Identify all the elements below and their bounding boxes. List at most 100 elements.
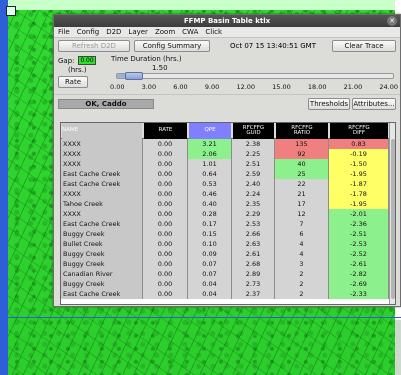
menu-file[interactable]: File [58, 28, 70, 36]
cell-diff: -2.69 [329, 279, 389, 289]
cell-rate: 0.00 [143, 159, 188, 169]
cell-qpe: 0.07 [188, 259, 232, 269]
attributes-button[interactable]: Attributes... [352, 98, 396, 110]
cell-ratio: 4 [275, 249, 329, 259]
toolbar: Refresh D2D Config Summary Oct 07 15 13:… [54, 38, 400, 54]
tick-label: 12.00 [236, 83, 256, 91]
cell-qpe: 0.04 [188, 279, 232, 289]
cell-diff: -2.52 [329, 249, 389, 259]
time-controls: Gap: 0.00 (hrs.) Rate Time Duration (hrs… [54, 54, 400, 94]
cell-rate: 0.00 [143, 259, 188, 269]
header-name[interactable]: NAME [62, 123, 142, 139]
cell-ratio: 22 [275, 179, 329, 189]
ffmp-basin-table-window[interactable]: FFMP Basin Table ktlx ✕ File Config D2D … [53, 14, 401, 307]
gap-units: (hrs.) [68, 66, 87, 74]
cell-diff: -2.82 [329, 269, 389, 279]
table-row[interactable]: Bullet Creek 0.00 0.10 2.63 4 -2.53 [61, 239, 395, 249]
table-row[interactable]: East Cache Creek 0.00 0.64 2.59 25 -1.95 [61, 169, 395, 179]
rate-button[interactable]: Rate [58, 76, 88, 88]
cell-ratio: 3 [275, 259, 329, 269]
table-row[interactable]: Tahoe Creek 0.00 0.40 2.35 17 -1.95 [61, 199, 395, 209]
table-row[interactable]: Buggy Creek 0.00 0.07 2.68 3 -2.61 [61, 259, 395, 269]
time-duration-value: 1.50 [152, 64, 168, 72]
tick-label: 0.00 [110, 83, 125, 91]
table-row[interactable]: XXXX 0.00 3.21 2.38 135 0.83 [61, 139, 395, 149]
map-corner-box [6, 6, 16, 16]
scrollbar-thumb[interactable] [391, 139, 395, 299]
menu-layer[interactable]: Layer [128, 28, 148, 36]
gap-label: Gap: [58, 57, 75, 65]
close-icon[interactable]: ✕ [387, 16, 397, 26]
cell-ratio: 12 [275, 209, 329, 219]
cell-rate: 0.00 [143, 249, 188, 259]
basin-table[interactable]: NAME RATE QPE RFCFFG GUID RFCFFG RATIO R… [60, 122, 396, 305]
cell-qpe: 0.15 [188, 229, 232, 239]
cell-qpe: 0.28 [188, 209, 232, 219]
tick-label: 15.00 [272, 83, 291, 91]
slider-ticks: 0.00 3.00 6.00 9.00 12.00 15.00 18.00 21… [110, 83, 398, 91]
table-row[interactable]: XXXX 0.00 1.01 2.51 40 -1.50 [61, 159, 395, 169]
cell-diff: -1.95 [329, 199, 389, 209]
cell-qpe: 0.46 [188, 189, 232, 199]
header-qpe[interactable]: QPE [189, 123, 231, 139]
cell-ratio: 4 [275, 239, 329, 249]
table-row[interactable]: East Cache Creek 0.00 0.04 2.37 2 -2.33 [61, 289, 395, 299]
cell-name: XXXX [61, 159, 143, 169]
cell-qpe: 0.53 [188, 179, 232, 189]
cell-rate: 0.00 [143, 199, 188, 209]
cell-name: Buggy Creek [61, 249, 143, 259]
cell-rate: 0.00 [143, 169, 188, 179]
table-scrollbar[interactable] [389, 123, 395, 304]
menu-click[interactable]: Click [205, 28, 222, 36]
table-row[interactable]: Buggy Creek 0.00 0.15 2.66 6 -2.51 [61, 229, 395, 239]
config-summary-button[interactable]: Config Summary [134, 40, 210, 52]
table-row[interactable]: XXXX 0.00 2.06 2.25 92 -0.19 [61, 149, 395, 159]
menu-zoom[interactable]: Zoom [155, 28, 175, 36]
table-header: NAME RATE QPE RFCFFG GUID RFCFFG RATIO R… [61, 123, 395, 139]
table-row[interactable]: East Cache Creek 0.00 0.53 2.40 22 -1.87 [61, 179, 395, 189]
table-row[interactable]: XXXX 0.00 0.28 2.29 12 -2.01 [61, 209, 395, 219]
table-row[interactable]: Canadian River 0.00 0.07 2.89 2 -2.82 [61, 269, 395, 279]
title-bar[interactable]: FFMP Basin Table ktlx ✕ [54, 15, 400, 27]
cell-guid: 2.53 [232, 219, 275, 229]
cell-qpe: 0.17 [188, 219, 232, 229]
cell-name: Canadian River [61, 269, 143, 279]
cell-guid: 2.38 [232, 139, 275, 149]
cell-qpe: 3.21 [188, 139, 232, 149]
cell-qpe: 0.10 [188, 239, 232, 249]
cell-diff: 0.83 [329, 139, 389, 149]
cell-rate: 0.00 [143, 219, 188, 229]
menu-cwa[interactable]: CWA [182, 28, 198, 36]
cell-rate: 0.00 [143, 229, 188, 239]
cell-diff: -1.95 [329, 169, 389, 179]
cell-diff: -1.87 [329, 179, 389, 189]
time-duration-slider[interactable] [116, 72, 394, 80]
header-diff[interactable]: RFCFFG DIFF [330, 123, 388, 139]
table-row[interactable]: Buggy Creek 0.00 0.09 2.61 4 -2.52 [61, 249, 395, 259]
refresh-d2d-button[interactable]: Refresh D2D [58, 40, 130, 52]
table-row[interactable]: East Cache Creek 0.00 0.17 2.53 7 -2.36 [61, 219, 395, 229]
map-top-strip [0, 0, 401, 10]
cell-ratio: 17 [275, 199, 329, 209]
cell-guid: 2.37 [232, 289, 275, 299]
header-guid[interactable]: RFCFFG GUID [233, 123, 274, 139]
header-ratio[interactable]: RFCFFG RATIO [276, 123, 328, 139]
slider-knob[interactable] [125, 72, 144, 80]
cell-ratio: 135 [275, 139, 329, 149]
table-row[interactable]: XXXX 0.00 0.46 2.24 21 -1.78 [61, 189, 395, 199]
menu-config[interactable]: Config [77, 28, 99, 36]
header-rate[interactable]: RATE [144, 123, 187, 139]
cell-name: East Cache Creek [61, 219, 143, 229]
cell-guid: 2.63 [232, 239, 275, 249]
thresholds-button[interactable]: Thresholds [308, 98, 350, 110]
cell-name: Tahoe Creek [61, 199, 143, 209]
cell-guid: 2.59 [232, 169, 275, 179]
clear-trace-button[interactable]: Clear Trace [332, 40, 396, 52]
table-row[interactable]: Buggy Creek 0.00 0.04 2.73 2 -2.69 [61, 279, 395, 289]
cell-guid: 2.25 [232, 149, 275, 159]
cell-guid: 2.66 [232, 229, 275, 239]
cell-ratio: 40 [275, 159, 329, 169]
cell-diff: -2.36 [329, 219, 389, 229]
cell-rate: 0.00 [143, 289, 188, 299]
menu-d2d[interactable]: D2D [106, 28, 121, 36]
